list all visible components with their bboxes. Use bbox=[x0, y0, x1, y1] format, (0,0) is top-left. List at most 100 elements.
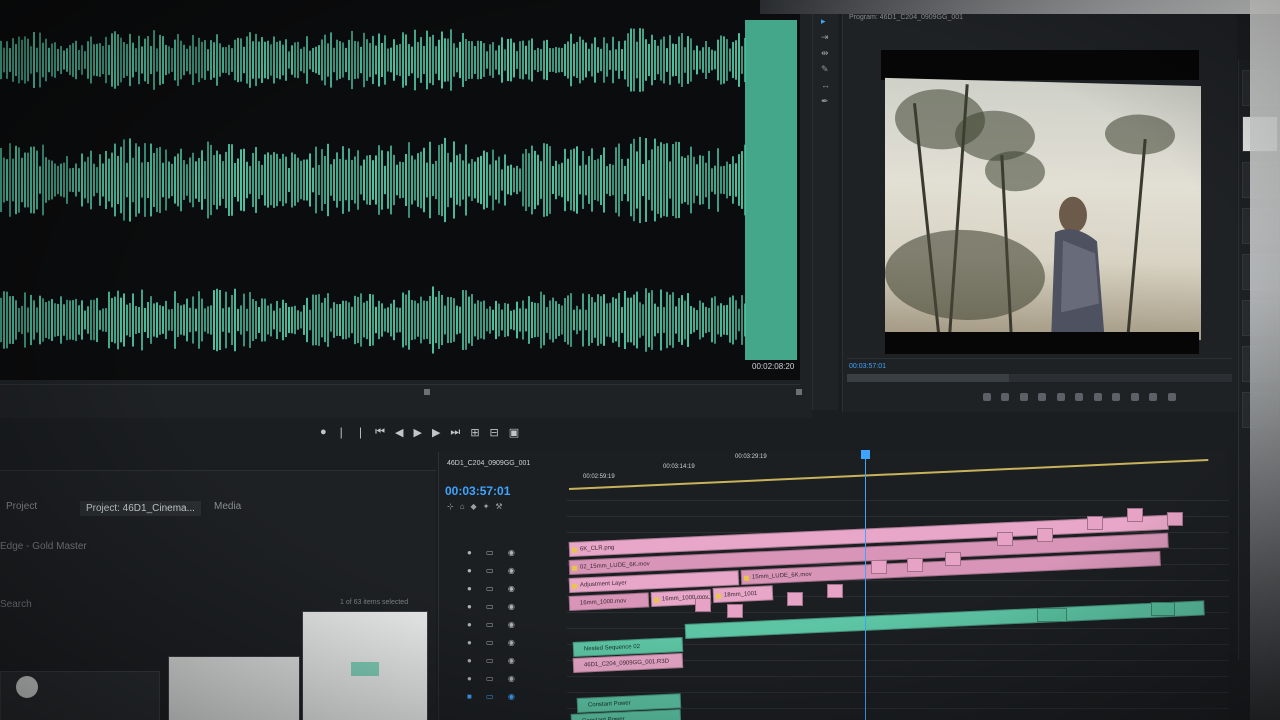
timeline-clip[interactable] bbox=[1167, 512, 1183, 526]
mark-out-icon[interactable]: ❘ bbox=[356, 426, 365, 439]
snap-icon[interactable]: ⊹ bbox=[447, 502, 460, 511]
timeline-clip[interactable] bbox=[1087, 516, 1103, 530]
timeline-panel[interactable]: 46D1_C204_0909GG_001 00:03:57:01 ⊹⌂◆✦⚒ 0… bbox=[438, 450, 1229, 720]
waveform-bar bbox=[69, 44, 71, 76]
project-panel[interactable]: Project Project: 46D1_Cinema... Media Ed… bbox=[0, 470, 436, 720]
search-input[interactable]: Search bbox=[0, 599, 32, 610]
mark-in-button[interactable] bbox=[1001, 393, 1010, 401]
program-timecode[interactable]: 00:03:57:01 bbox=[849, 363, 886, 370]
mark-out-button[interactable] bbox=[1019, 393, 1028, 401]
waveform-bar bbox=[123, 42, 125, 78]
slip-tool-icon[interactable]: ↔ bbox=[821, 80, 831, 90]
track-header[interactable]: ● ▭ ◉ bbox=[467, 566, 557, 584]
play-icon[interactable]: ▶ bbox=[413, 426, 421, 439]
program-video-frame[interactable] bbox=[885, 77, 1201, 341]
track-header[interactable]: ● ▭ ◉ bbox=[467, 620, 557, 638]
waveform-bar bbox=[432, 164, 434, 196]
insert-icon[interactable]: ⊞ bbox=[470, 426, 479, 439]
timeline-clip[interactable] bbox=[997, 532, 1013, 546]
timeline-tracks[interactable]: 6K_CLR.png 02_15mm_LUDE_6K.mov Adjustmen… bbox=[567, 492, 1229, 720]
timeline-clip[interactable] bbox=[787, 592, 803, 606]
marker-icon[interactable]: ● bbox=[320, 426, 327, 438]
timeline-clip[interactable]: 18mm_1001 bbox=[712, 585, 774, 603]
pen-tool-icon[interactable]: ✒ bbox=[821, 96, 831, 106]
waveform-bar bbox=[198, 291, 200, 349]
overwrite-icon[interactable]: ⊟ bbox=[490, 426, 499, 439]
track-header[interactable]: ● ▭ ◉ bbox=[467, 656, 557, 674]
ripple-edit-icon[interactable]: ⇹ bbox=[821, 48, 831, 58]
waveform-bar bbox=[18, 36, 20, 84]
track-select-icon[interactable]: ⇥ bbox=[821, 32, 831, 42]
export-frame-button[interactable] bbox=[1167, 393, 1176, 401]
audio-clip[interactable] bbox=[1151, 602, 1175, 616]
waveform-bar bbox=[639, 302, 641, 338]
track-header-selected[interactable]: ■ ▭ ◉ bbox=[467, 692, 557, 710]
marker-icon[interactable] bbox=[424, 389, 430, 395]
audio-waveform[interactable] bbox=[0, 0, 800, 380]
program-title[interactable]: Program: 46D1_C204_0909GG_001 bbox=[849, 14, 963, 21]
media-thumbnail[interactable] bbox=[168, 656, 300, 720]
waveform-bar bbox=[492, 149, 494, 211]
timeline-clip[interactable] bbox=[945, 552, 961, 566]
waveform-bar bbox=[492, 309, 494, 331]
step-forward-button[interactable] bbox=[1093, 393, 1102, 401]
selection-tool-icon[interactable]: ▸ bbox=[821, 16, 831, 26]
audio-clip[interactable] bbox=[1037, 608, 1067, 622]
waveform-bar bbox=[30, 46, 32, 74]
razor-tool-icon[interactable]: ✎ bbox=[821, 64, 831, 74]
go-to-in-icon[interactable]: ⏮ bbox=[375, 426, 385, 439]
timeline-clip[interactable] bbox=[827, 584, 843, 598]
timeline-timecode[interactable]: 00:03:57:01 bbox=[445, 484, 510, 498]
extract-button[interactable] bbox=[1149, 393, 1158, 401]
waveform-bar bbox=[660, 39, 662, 81]
breadcrumb[interactable]: Edge - Gold Master bbox=[0, 541, 87, 552]
timeline-clip[interactable] bbox=[871, 560, 887, 574]
sequence-tab[interactable]: 46D1_C204_0909GG_001 bbox=[447, 460, 530, 467]
marker-button[interactable] bbox=[983, 393, 991, 401]
tab-project[interactable]: Project bbox=[6, 501, 37, 512]
mark-in-icon[interactable]: ❘ bbox=[337, 426, 346, 439]
camera-icon[interactable]: ▣ bbox=[509, 426, 519, 439]
linked-icon[interactable]: ⌂ bbox=[460, 502, 471, 511]
settings-icon[interactable]: ✦ bbox=[483, 502, 496, 511]
track-header[interactable]: ● ▭ ◉ bbox=[467, 674, 557, 692]
source-monitor-panel[interactable]: 00:02:08:20 bbox=[0, 0, 812, 418]
timeline-clip[interactable] bbox=[695, 598, 711, 612]
wrench-icon[interactable]: ⚒ bbox=[495, 502, 508, 511]
source-ruler[interactable] bbox=[0, 384, 802, 410]
track-header[interactable]: ● ▭ ◉ bbox=[467, 638, 557, 656]
timeline-clip[interactable] bbox=[727, 604, 743, 618]
timeline-clip[interactable] bbox=[1127, 508, 1143, 522]
track-header[interactable]: ● ▭ ◉ bbox=[467, 584, 557, 602]
waveform-bar bbox=[717, 148, 719, 212]
tab-project-file[interactable]: Project: 46D1_Cinema... bbox=[80, 501, 201, 516]
tab-media[interactable]: Media bbox=[214, 501, 241, 512]
marker-icon[interactable]: ◆ bbox=[471, 502, 483, 511]
step-back-button[interactable] bbox=[1056, 393, 1065, 401]
go-to-in-button[interactable] bbox=[1038, 393, 1047, 401]
waveform-bar bbox=[600, 154, 602, 206]
program-monitor-panel[interactable]: Program: 46D1_C204_0909GG_001 00:03:57:0… bbox=[842, 10, 1237, 412]
waveform-bar bbox=[318, 164, 320, 196]
go-to-out-button[interactable] bbox=[1112, 393, 1121, 401]
marker-icon[interactable] bbox=[796, 389, 802, 395]
play-button[interactable] bbox=[1075, 393, 1084, 401]
waveform-bar bbox=[246, 36, 248, 84]
playhead[interactable] bbox=[861, 450, 870, 720]
timeline-clip[interactable] bbox=[907, 558, 923, 572]
program-scrub-bar[interactable] bbox=[847, 374, 1232, 382]
track-header[interactable]: ● ▭ ◉ bbox=[467, 548, 557, 566]
go-to-out-icon[interactable]: ⏭ bbox=[450, 426, 460, 439]
step-back-icon[interactable]: ◀ bbox=[395, 426, 403, 439]
waveform-bar bbox=[537, 303, 539, 337]
waveform-bar bbox=[633, 138, 635, 222]
timeline-clip[interactable] bbox=[1037, 528, 1053, 542]
audio-clip[interactable] bbox=[684, 600, 1205, 639]
track-header[interactable]: ● ▭ ◉ bbox=[467, 602, 557, 620]
timeline-clip[interactable]: 16mm_1000.mov bbox=[568, 592, 650, 611]
waveform-bar bbox=[615, 298, 617, 342]
media-thumbnail[interactable] bbox=[302, 611, 428, 720]
lift-button[interactable] bbox=[1130, 393, 1139, 401]
step-forward-icon[interactable]: ▶ bbox=[432, 426, 440, 439]
waveform-bar bbox=[630, 143, 632, 217]
